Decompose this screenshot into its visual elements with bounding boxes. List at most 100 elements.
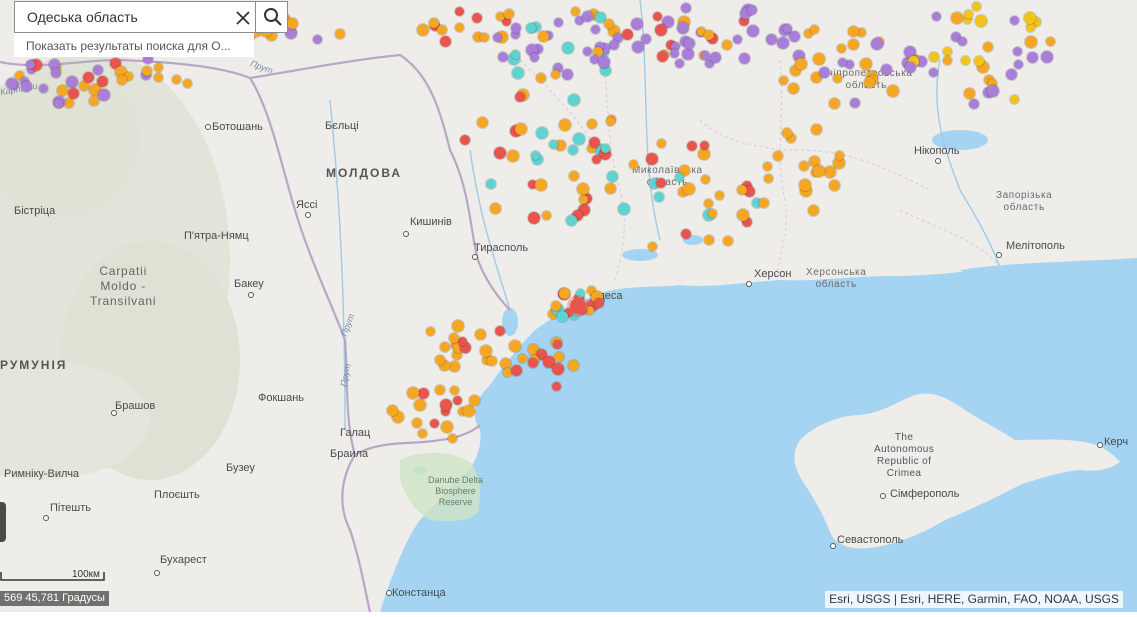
poi-marker[interactable] bbox=[737, 185, 747, 195]
poi-marker[interactable] bbox=[559, 119, 571, 131]
poi-marker[interactable] bbox=[495, 326, 505, 336]
poi-marker[interactable] bbox=[964, 10, 973, 19]
side-panel-toggle[interactable] bbox=[0, 502, 6, 542]
poi-marker[interactable] bbox=[905, 62, 916, 73]
poi-marker[interactable] bbox=[430, 419, 439, 428]
poi-marker[interactable] bbox=[576, 289, 585, 298]
poi-marker[interactable] bbox=[700, 141, 709, 150]
poi-marker[interactable] bbox=[646, 153, 658, 165]
poi-marker[interactable] bbox=[93, 65, 103, 75]
poi-marker[interactable] bbox=[98, 89, 110, 101]
poi-marker[interactable] bbox=[515, 123, 527, 135]
search-button[interactable] bbox=[255, 1, 290, 33]
poi-marker[interactable] bbox=[450, 386, 459, 395]
poi-marker[interactable] bbox=[480, 33, 489, 42]
poi-marker[interactable] bbox=[526, 23, 536, 33]
poi-marker[interactable] bbox=[154, 63, 163, 72]
poi-marker[interactable] bbox=[335, 29, 345, 39]
poi-marker[interactable] bbox=[418, 388, 429, 399]
map-view[interactable]: Ботошань Бєльці Кишинів Тирасполь Яссі Б… bbox=[0, 0, 1137, 612]
poi-marker[interactable] bbox=[587, 119, 597, 129]
poi-marker[interactable] bbox=[453, 396, 462, 405]
poi-marker[interactable] bbox=[1046, 37, 1055, 46]
poi-marker[interactable] bbox=[26, 60, 35, 69]
poi-marker[interactable] bbox=[535, 179, 547, 191]
poi-marker[interactable] bbox=[511, 50, 520, 59]
poi-marker[interactable] bbox=[607, 171, 618, 182]
poi-marker[interactable] bbox=[677, 22, 689, 34]
search-input[interactable] bbox=[15, 2, 233, 32]
poi-marker[interactable] bbox=[407, 387, 419, 399]
poi-marker[interactable] bbox=[618, 203, 630, 215]
poi-marker[interactable] bbox=[783, 24, 792, 33]
poi-marker[interactable] bbox=[958, 37, 967, 46]
poi-marker[interactable] bbox=[656, 178, 666, 188]
poi-marker[interactable] bbox=[583, 47, 592, 56]
poi-marker[interactable] bbox=[568, 360, 579, 371]
poi-marker[interactable] bbox=[449, 333, 459, 343]
poi-marker[interactable] bbox=[687, 141, 697, 151]
poi-marker[interactable] bbox=[715, 191, 724, 200]
poi-marker[interactable] bbox=[566, 215, 577, 226]
poi-marker[interactable] bbox=[1013, 47, 1022, 56]
poi-marker[interactable] bbox=[552, 382, 561, 391]
poi-marker[interactable] bbox=[739, 53, 750, 64]
poi-marker[interactable] bbox=[54, 99, 63, 108]
poi-marker[interactable] bbox=[117, 75, 127, 85]
poi-marker[interactable] bbox=[1027, 52, 1038, 63]
poi-marker[interactable] bbox=[932, 12, 941, 21]
poi-marker[interactable] bbox=[811, 124, 822, 135]
poi-marker[interactable] bbox=[641, 34, 651, 44]
poi-marker[interactable] bbox=[682, 48, 694, 60]
poi-marker[interactable] bbox=[469, 395, 480, 406]
poi-marker[interactable] bbox=[766, 34, 777, 45]
poi-marker[interactable] bbox=[579, 195, 588, 204]
poi-marker[interactable] bbox=[418, 429, 427, 438]
poi-marker[interactable] bbox=[490, 203, 501, 214]
poi-marker[interactable] bbox=[972, 2, 981, 11]
poi-marker[interactable] bbox=[722, 40, 732, 50]
poi-marker[interactable] bbox=[1024, 12, 1036, 24]
poi-marker[interactable] bbox=[6, 78, 17, 89]
selected-location-marker[interactable] bbox=[570, 298, 586, 314]
map-attribution[interactable]: Esri, USGS | Esri, HERE, Garmin, FAO, NO… bbox=[825, 591, 1123, 608]
poi-marker[interactable] bbox=[536, 73, 546, 83]
poi-marker[interactable] bbox=[460, 135, 470, 145]
poi-marker[interactable] bbox=[837, 44, 846, 53]
poi-marker[interactable] bbox=[68, 88, 79, 99]
poi-marker[interactable] bbox=[551, 301, 561, 311]
poi-marker[interactable] bbox=[759, 198, 769, 208]
poi-marker[interactable] bbox=[829, 180, 840, 191]
poi-marker[interactable] bbox=[838, 58, 847, 67]
poi-marker[interactable] bbox=[542, 211, 551, 220]
poi-marker[interactable] bbox=[458, 337, 467, 346]
poi-marker[interactable] bbox=[64, 98, 74, 108]
poi-marker[interactable] bbox=[723, 236, 733, 246]
poi-marker[interactable] bbox=[440, 399, 452, 411]
poi-marker[interactable] bbox=[681, 3, 691, 13]
poi-marker[interactable] bbox=[511, 23, 521, 33]
poi-marker[interactable] bbox=[881, 64, 892, 75]
poi-marker[interactable] bbox=[819, 67, 830, 78]
poi-marker[interactable] bbox=[530, 53, 539, 62]
poi-marker[interactable] bbox=[528, 358, 538, 368]
poi-marker[interactable] bbox=[412, 418, 422, 428]
poi-marker[interactable] bbox=[747, 25, 759, 37]
poi-marker[interactable] bbox=[850, 98, 860, 108]
poi-marker[interactable] bbox=[779, 76, 788, 85]
poi-marker[interactable] bbox=[440, 36, 451, 47]
poi-marker[interactable] bbox=[562, 69, 573, 80]
poi-marker[interactable] bbox=[701, 51, 710, 60]
poi-marker[interactable] bbox=[528, 212, 540, 224]
poi-marker[interactable] bbox=[313, 35, 322, 44]
poi-marker[interactable] bbox=[577, 183, 589, 195]
poi-marker[interactable] bbox=[582, 11, 593, 22]
poi-marker[interactable] bbox=[733, 35, 742, 44]
poi-marker[interactable] bbox=[538, 31, 549, 42]
poi-marker[interactable] bbox=[704, 199, 713, 208]
poi-marker[interactable] bbox=[975, 15, 987, 27]
poi-marker[interactable] bbox=[1041, 51, 1053, 63]
poi-marker[interactable] bbox=[951, 12, 963, 24]
poi-marker[interactable] bbox=[518, 354, 527, 363]
poi-marker[interactable] bbox=[609, 40, 619, 50]
